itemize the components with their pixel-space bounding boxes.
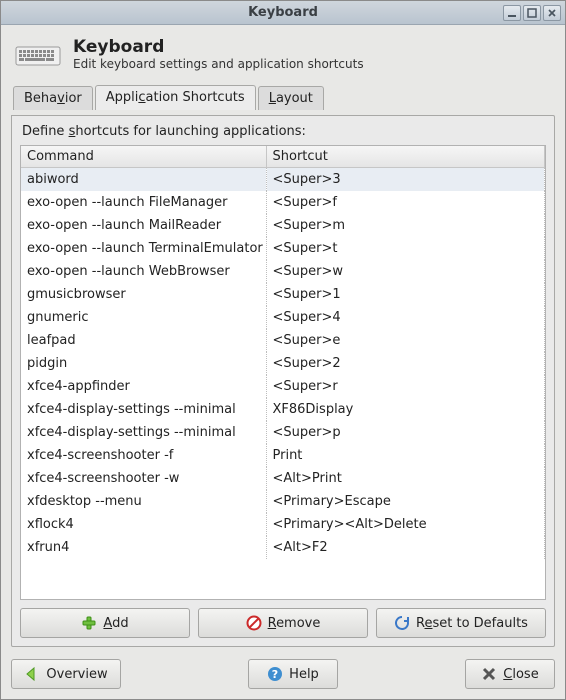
cell-command: xfdesktop --menu	[21, 490, 266, 513]
column-header-shortcut[interactable]: Shortcut	[266, 146, 545, 168]
tab-layout[interactable]: Layout	[258, 86, 324, 110]
table-row[interactable]: xfce4-screenshooter -fPrint	[21, 444, 545, 467]
cell-command: xfce4-screenshooter -w	[21, 467, 266, 490]
cell-shortcut: <Super>w	[266, 260, 545, 283]
cell-shortcut: <Super>3	[266, 168, 545, 192]
maximize-button[interactable]	[523, 5, 541, 21]
tab-behavior[interactable]: Behavior	[13, 86, 93, 110]
cell-command: exo-open --launch MailReader	[21, 214, 266, 237]
cell-command: exo-open --launch TerminalEmulator	[21, 237, 266, 260]
window-title: Keyboard	[1, 5, 565, 20]
content-area: Keyboard Edit keyboard settings and appl…	[1, 25, 565, 699]
cell-shortcut: <Super>m	[266, 214, 545, 237]
table-row[interactable]: xflock4<Primary><Alt>Delete	[21, 513, 545, 536]
remove-button[interactable]: Remove	[198, 608, 368, 638]
help-icon: ?	[267, 666, 283, 682]
cell-shortcut: <Super>r	[266, 375, 545, 398]
table-row[interactable]: exo-open --launch MailReader<Super>m	[21, 214, 545, 237]
close-button[interactable]: Close	[465, 659, 555, 689]
table-row[interactable]: exo-open --launch TerminalEmulator<Super…	[21, 237, 545, 260]
table-row[interactable]: pidgin<Super>2	[21, 352, 545, 375]
action-button-row: Add Remove Reset to Defaults	[20, 608, 546, 638]
cell-command: gmusicbrowser	[21, 283, 266, 306]
cell-command: pidgin	[21, 352, 266, 375]
table-row[interactable]: exo-open --launch WebBrowser<Super>w	[21, 260, 545, 283]
keyboard-icon	[15, 39, 61, 69]
tab-application-shortcuts[interactable]: Application Shortcuts	[95, 85, 256, 110]
cell-shortcut: <Super>f	[266, 191, 545, 214]
column-header-command[interactable]: Command	[21, 146, 266, 168]
cell-shortcut: <Super>2	[266, 352, 545, 375]
panel-label: Define shortcuts for launching applicati…	[20, 124, 546, 139]
cell-command: xfrun4	[21, 536, 266, 559]
close-label: Close	[503, 667, 538, 682]
overview-button[interactable]: Overview	[11, 659, 121, 689]
cell-command: xfce4-display-settings --minimal	[21, 398, 266, 421]
remove-icon	[246, 615, 262, 631]
table-row[interactable]: gmusicbrowser<Super>1	[21, 283, 545, 306]
page-title: Keyboard	[73, 37, 364, 57]
header-text: Keyboard Edit keyboard settings and appl…	[73, 37, 364, 71]
close-icon	[481, 666, 497, 682]
cell-command: xfce4-appfinder	[21, 375, 266, 398]
table-row[interactable]: exo-open --launch FileManager<Super>f	[21, 191, 545, 214]
add-icon	[81, 615, 97, 631]
cell-command: xfce4-display-settings --minimal	[21, 421, 266, 444]
svg-text:?: ?	[272, 668, 278, 681]
cell-shortcut: <Super>4	[266, 306, 545, 329]
bottom-bar: Overview ? Help Close	[11, 653, 555, 689]
table-row[interactable]: xfce4-screenshooter -w<Alt>Print	[21, 467, 545, 490]
table-row[interactable]: xfce4-appfinder<Super>r	[21, 375, 545, 398]
cell-command: exo-open --launch FileManager	[21, 191, 266, 214]
table-row[interactable]: xfce4-display-settings --minimalXF86Disp…	[21, 398, 545, 421]
page-subtitle: Edit keyboard settings and application s…	[73, 57, 364, 71]
tab-bar: Behavior Application Shortcuts Layout	[11, 85, 555, 110]
refresh-icon	[394, 615, 410, 631]
cell-command: xfce4-screenshooter -f	[21, 444, 266, 467]
minimize-button[interactable]	[503, 5, 521, 21]
cell-command: xflock4	[21, 513, 266, 536]
remove-label: Remove	[268, 616, 321, 631]
cell-shortcut: <Alt>Print	[266, 467, 545, 490]
table-row[interactable]: gnumeric<Super>4	[21, 306, 545, 329]
table-row[interactable]: xfrun4<Alt>F2	[21, 536, 545, 559]
cell-command: leafpad	[21, 329, 266, 352]
cell-shortcut: <Super>1	[266, 283, 545, 306]
cell-shortcut: <Primary><Alt>Delete	[266, 513, 545, 536]
cell-command: exo-open --launch WebBrowser	[21, 260, 266, 283]
help-button[interactable]: ? Help	[248, 659, 338, 689]
table-row[interactable]: xfce4-display-settings --minimal<Super>p	[21, 421, 545, 444]
titlebar: Keyboard	[1, 1, 565, 25]
reset-button[interactable]: Reset to Defaults	[376, 608, 546, 638]
cell-shortcut: <Alt>F2	[266, 536, 545, 559]
overview-label: Overview	[46, 667, 107, 682]
cell-shortcut: <Super>e	[266, 329, 545, 352]
cell-shortcut: XF86Display	[266, 398, 545, 421]
shortcuts-table-frame: Command Shortcut abiword<Super>3exo-open…	[20, 145, 546, 600]
cell-shortcut: <Primary>Escape	[266, 490, 545, 513]
table-row[interactable]: abiword<Super>3	[21, 168, 545, 192]
add-label: Add	[103, 616, 128, 631]
back-icon	[24, 666, 40, 682]
shortcuts-table[interactable]: Command Shortcut abiword<Super>3exo-open…	[21, 146, 545, 559]
add-button[interactable]: Add	[20, 608, 190, 638]
help-label: Help	[289, 667, 319, 682]
cell-shortcut: <Super>p	[266, 421, 545, 444]
table-row[interactable]: leafpad<Super>e	[21, 329, 545, 352]
close-window-button[interactable]	[543, 5, 561, 21]
cell-command: gnumeric	[21, 306, 266, 329]
cell-shortcut: <Super>t	[266, 237, 545, 260]
shortcuts-panel: Define shortcuts for launching applicati…	[11, 115, 555, 647]
header-block: Keyboard Edit keyboard settings and appl…	[15, 37, 551, 71]
keyboard-settings-window: Keyboard Key	[0, 0, 566, 700]
cell-command: abiword	[21, 168, 266, 192]
reset-label: Reset to Defaults	[416, 616, 528, 631]
cell-shortcut: Print	[266, 444, 545, 467]
table-row[interactable]: xfdesktop --menu<Primary>Escape	[21, 490, 545, 513]
